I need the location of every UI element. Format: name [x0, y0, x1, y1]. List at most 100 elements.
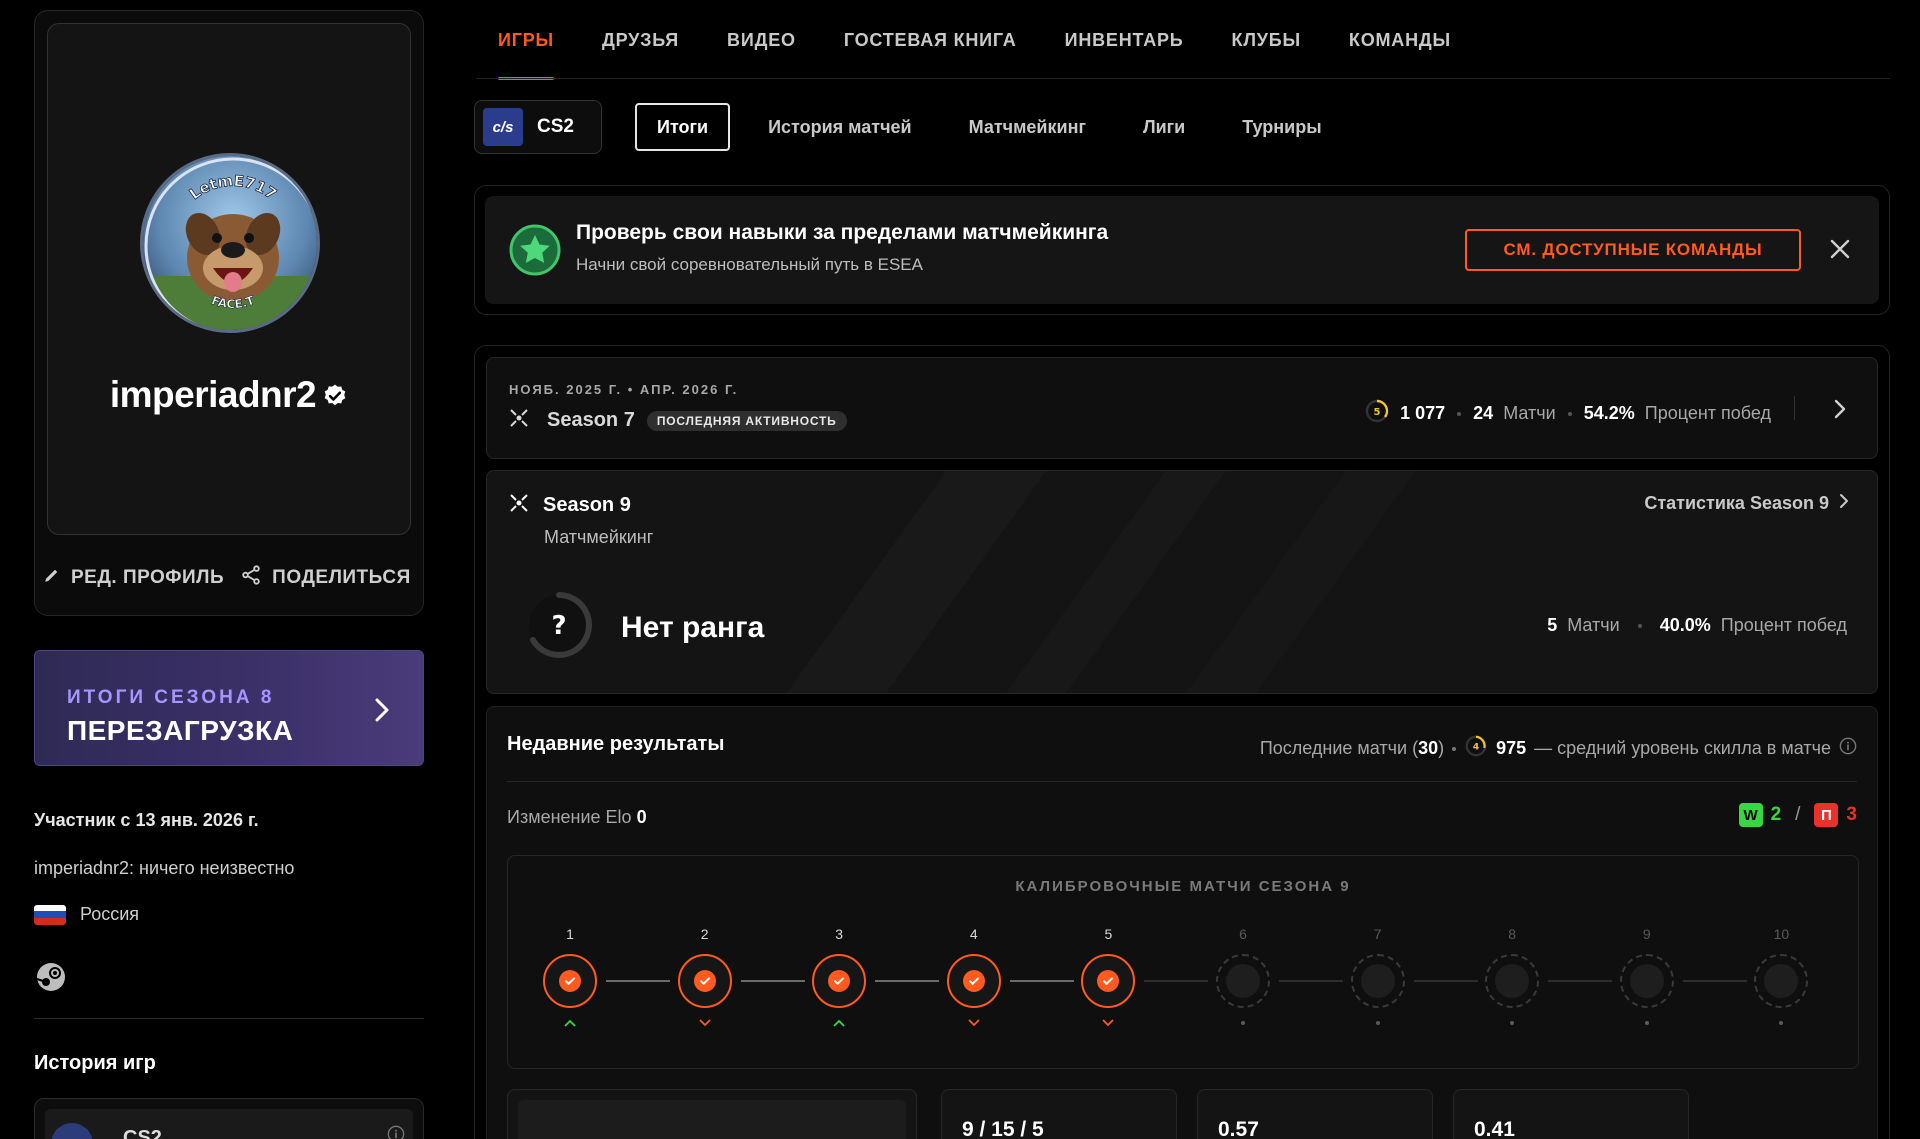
recent-results-meta: Последние матчи (30) 4 975 — средний уро…: [1260, 734, 1857, 763]
info-icon[interactable]: [387, 1125, 405, 1139]
game-history-card[interactable]: CS2: [34, 1098, 424, 1139]
calibration-match-number: 1: [566, 926, 574, 942]
season-recap-title: ПЕРЕЗАГРУЗКА: [67, 715, 294, 746]
season-9-name: Season 9: [543, 494, 631, 516]
stat-value: 0.57: [1218, 1118, 1259, 1139]
subtab-leagues[interactable]: Лиги: [1123, 103, 1205, 151]
calibration-match-circle: [543, 954, 597, 1008]
tab-teams[interactable]: КОМАНДЫ: [1349, 30, 1451, 78]
season-7-header: Season 7 ПОСЛЕДНЯЯ АКТИВНОСТЬ: [509, 408, 847, 433]
season-recap-subtitle: ИТОГИ СЕЗОНА 8: [67, 687, 275, 708]
tab-friends[interactable]: ДРУЗЬЯ: [602, 30, 679, 78]
calibration-match: 7: [1350, 926, 1406, 1032]
calibration-matches: КАЛИБРОВОЧНЫЕ МАТЧИ СЕЗОНА 9 1 2 3 4 5 6 7 8 9 10: [507, 855, 1859, 1069]
calibration-match-circle: [1619, 954, 1674, 1008]
rank-label: Нет ранга: [621, 610, 765, 644]
pending-dot: [1375, 1021, 1380, 1025]
promo-title: Проверь свои навыки за пределами матчмей…: [576, 221, 1109, 244]
edit-profile-button[interactable]: РЕД. ПРОФИЛЬ: [43, 566, 224, 590]
tab-games[interactable]: ИГРЫ: [498, 30, 554, 80]
season-7-level: 5: [1374, 407, 1381, 418]
game-history-row: [45, 1109, 413, 1139]
losses-count: 3: [1846, 804, 1857, 825]
game-history-title: История игр: [34, 1052, 156, 1074]
chevron-right-icon[interactable]: [1833, 398, 1847, 425]
subtab-match-history[interactable]: История матчей: [748, 103, 932, 151]
subtab-overview[interactable]: Итоги: [635, 103, 731, 151]
calibration-match-number: 7: [1373, 926, 1382, 942]
season-7-winrate: 54.2%: [1583, 403, 1635, 423]
cs2-logo-icon: c/s: [483, 108, 523, 146]
calibration-match[interactable]: 4: [946, 926, 1002, 1032]
check-icon: [559, 970, 581, 992]
calibration-match: 8: [1484, 926, 1540, 1032]
calibration-match-trend: [677, 1014, 733, 1032]
calibration-match[interactable]: 5: [1080, 926, 1136, 1032]
last-activity-badge: ПОСЛЕДНЯЯ АКТИВНОСТЬ: [646, 410, 847, 431]
tab-inventory[interactable]: ИНВЕНТАРЬ: [1065, 30, 1184, 78]
pending-match-icon: [1226, 964, 1260, 998]
season-7-winrate-label: Процент побед: [1644, 403, 1771, 423]
tab-video[interactable]: ВИДЕО: [727, 30, 796, 78]
steam-icon[interactable]: [36, 962, 66, 997]
tab-guestbook[interactable]: ГОСТЕВАЯ КНИГА: [844, 30, 1017, 78]
calibration-match: 6: [1215, 926, 1271, 1032]
calibration-match-circle: [1081, 954, 1136, 1008]
season-7-stats: 5 1 077 24 Матчи 54.2% Процент побед: [1364, 398, 1771, 429]
vertical-divider: [1794, 396, 1795, 420]
game-selector[interactable]: c/s CS2: [474, 100, 602, 154]
last-matches-close: ): [1438, 738, 1445, 758]
last-matches-count: 30: [1418, 738, 1439, 758]
calibration-match-circle: [1485, 954, 1540, 1008]
view-teams-button[interactable]: СМ. ДОСТУПНЫЕ КОМАНДЫ: [1465, 229, 1801, 271]
profile-tabs: ИГРЫ ДРУЗЬЯ ВИДЕО ГОСТЕВАЯ КНИГА ИНВЕНТА…: [498, 30, 1451, 80]
calibration-match-number: 6: [1239, 926, 1247, 942]
calibration-connector: [875, 980, 940, 982]
pending-dot: [1644, 1021, 1649, 1025]
calibration-match-number: 10: [1773, 926, 1790, 942]
season-7-row[interactable]: НОЯБ. 2025 Г. • АПР. 2026 Г. Season 7 ПО…: [486, 357, 1878, 459]
calibration-match-circle: [946, 954, 1001, 1008]
calibration-match[interactable]: 1: [542, 926, 598, 1032]
share-icon: [240, 564, 262, 592]
esea-star-icon: [509, 224, 561, 281]
season-9-card: Season 9 Матчмейкинг Статистика Season 9…: [486, 470, 1878, 694]
game-subtabs: Итоги История матчей Матчмейкинг Лиги Ту…: [635, 103, 1359, 151]
stat-card-inner: [518, 1100, 906, 1139]
calibration-match-trend: [1619, 1014, 1675, 1032]
calibration-match[interactable]: 2: [677, 926, 733, 1032]
season-9-winrate: 40.0%: [1659, 615, 1711, 635]
calibration-match-trend: [1350, 1014, 1406, 1032]
unranked-icon: ?: [523, 589, 595, 666]
season-9-mode: Матчмейкинг: [544, 527, 654, 547]
avg-elo: 975: [1496, 738, 1527, 758]
avatar[interactable]: LetmE717 FACE.T: [140, 153, 320, 333]
season-7-matches: 24: [1473, 403, 1494, 423]
subtab-tournaments[interactable]: Турниры: [1222, 103, 1341, 151]
subtab-matchmaking[interactable]: Матчмейкинг: [949, 103, 1106, 151]
share-label: ПОДЕЛИТЬСЯ: [272, 567, 411, 588]
calibration-connector: [1009, 980, 1074, 982]
season-9-stats-link[interactable]: Статистика Season 9: [1644, 493, 1849, 514]
calibration-match-number: 2: [700, 926, 709, 942]
check-icon: [962, 970, 985, 992]
pencil-icon: [43, 566, 61, 590]
close-icon[interactable]: [1829, 238, 1851, 265]
recent-results-title: Недавние результаты: [507, 733, 725, 755]
avatar-frame: LetmE717 FACE.T imperiadnr2: [47, 23, 411, 535]
pending-match-icon: [1360, 964, 1395, 998]
verified-icon: [322, 376, 348, 418]
calibration-match[interactable]: 3: [811, 926, 867, 1032]
elo-change-value: 0: [636, 807, 647, 827]
calibration-track: 1 2 3 4 5 6 7 8 9 10: [542, 926, 1826, 1046]
stat-value: 0.41: [1474, 1118, 1515, 1139]
tab-clubs[interactable]: КЛУБЫ: [1232, 30, 1301, 78]
season-9-header: Season 9: [509, 493, 631, 518]
member-since: Участник с 13 янв. 2026 г.: [34, 810, 259, 830]
calibration-connector: [1279, 980, 1343, 982]
season-icon: [509, 493, 529, 518]
win-loss-summary: W 2 / П 3: [1738, 803, 1857, 827]
info-icon[interactable]: [1839, 737, 1857, 760]
share-button[interactable]: ПОДЕЛИТЬСЯ: [240, 564, 411, 592]
season-recap-banner[interactable]: ИТОГИ СЕЗОНА 8 ПЕРЕЗАГРУЗКА: [34, 650, 424, 766]
